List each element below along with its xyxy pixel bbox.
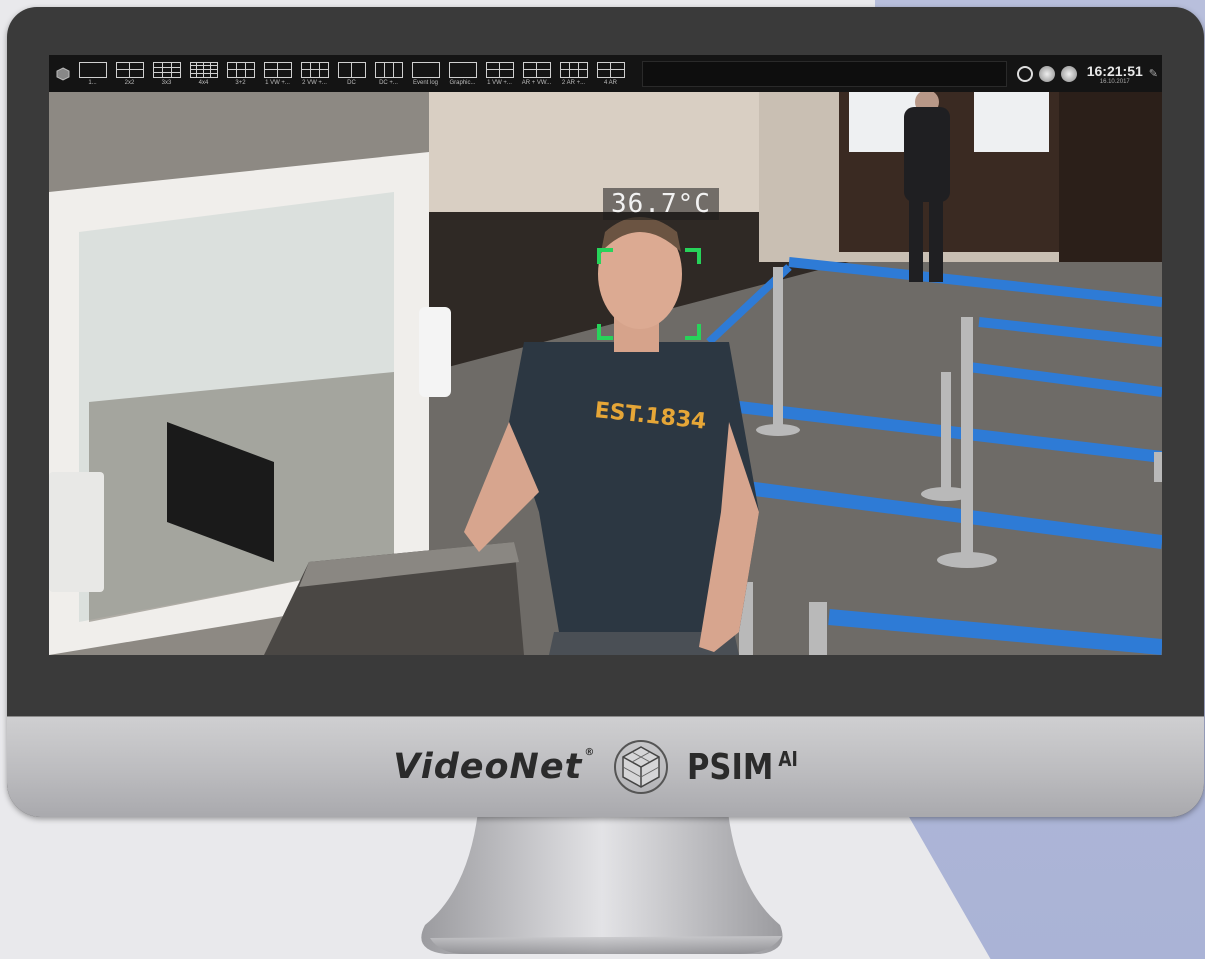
settings-icon[interactable]	[1016, 65, 1033, 82]
layout-grid-icon	[78, 61, 107, 78]
app-logo-icon[interactable]	[49, 66, 77, 81]
layout-label: 2 AR +...	[561, 79, 586, 86]
layout-button-2[interactable]: 3x3	[151, 61, 182, 86]
toolbar-empty-area	[642, 60, 1007, 87]
psim-logo: PSIM AI	[687, 746, 799, 788]
layout-grid-icon	[152, 61, 181, 78]
layout-grid-icon	[448, 61, 477, 78]
layout-button-8[interactable]: DC +...	[373, 61, 404, 86]
layout-button-7[interactable]: DC	[336, 61, 367, 86]
layout-label: 2 VW +...	[302, 79, 327, 86]
layout-grid-icon	[374, 61, 403, 78]
layout-grid-icon	[115, 61, 144, 78]
layout-button-14[interactable]: 4 AR	[595, 61, 626, 86]
layout-grid-icon	[226, 61, 255, 78]
clock: 16:21:51 16.10.2017	[1087, 63, 1143, 85]
layout-button-9[interactable]: Event log	[410, 61, 441, 86]
layout-label: 3+2	[235, 79, 246, 86]
layout-button-3[interactable]: 4x4	[188, 61, 219, 86]
user-icon[interactable]	[1060, 65, 1077, 82]
layout-label: DC +...	[379, 79, 398, 86]
monitor: 1... 2x2 3x3 4x4 3+2 1 VW +... 2 VW +... DC DC +…	[7, 7, 1204, 817]
layout-label: 1 VW +...	[265, 79, 290, 86]
layout-toolbar: 1... 2x2 3x3 4x4 3+2 1 VW +... 2 VW +... DC DC +…	[49, 55, 1162, 93]
layout-label: 1...	[88, 79, 97, 86]
edit-icon[interactable]: ✎	[1149, 67, 1158, 80]
layout-label: 1 VW +...	[487, 79, 512, 86]
layout-button-5[interactable]: 1 VW +...	[262, 61, 293, 86]
layout-label: 2x2	[124, 79, 135, 86]
temperature-overlay: 36.7°C	[603, 188, 719, 220]
layout-grid-icon	[411, 61, 440, 78]
layout-label: DC	[347, 79, 356, 86]
layout-label: 4x4	[198, 79, 209, 86]
layout-grid-icon	[485, 61, 514, 78]
camera-feed: EST.1834 36.7°C	[49, 90, 1162, 655]
layout-grid-icon	[263, 61, 292, 78]
layout-button-4[interactable]: 3+2	[225, 61, 256, 86]
layout-button-10[interactable]: Graphic...	[447, 61, 478, 86]
layout-grid-icon	[337, 61, 366, 78]
layout-button-13[interactable]: 2 AR +...	[558, 61, 589, 86]
layout-grid-icon	[189, 61, 218, 78]
layout-grid-icon	[522, 61, 551, 78]
layout-label: AR + VW...	[521, 79, 552, 86]
layout-label: 3x3	[161, 79, 172, 86]
layout-grid-icon	[596, 61, 625, 78]
layout-button-12[interactable]: AR + VW...	[521, 61, 552, 86]
clock-date: 16.10.2017	[1099, 78, 1130, 85]
layout-button-6[interactable]: 2 VW +...	[299, 61, 330, 86]
clock-time: 16:21:51	[1086, 62, 1143, 79]
layout-label: Graphic...	[449, 79, 476, 86]
notification-icon[interactable]	[1038, 65, 1055, 82]
cube-logo-icon	[614, 740, 669, 794]
layout-button-11[interactable]: 1 VW +...	[484, 61, 515, 86]
layout-grid-icon	[559, 61, 588, 78]
layout-label: Event log	[412, 79, 439, 86]
layout-button-1[interactable]: 2x2	[114, 61, 145, 86]
layout-grid-icon	[300, 61, 329, 78]
video-screen: 1... 2x2 3x3 4x4 3+2 1 VW +... 2 VW +... DC DC +…	[49, 55, 1162, 655]
monitor-chin: VideoNet ® PSIM AI	[7, 716, 1204, 817]
videonet-logo: VideoNet ®	[393, 747, 596, 787]
layout-button-0[interactable]: 1...	[77, 61, 108, 86]
layout-label: 4 AR	[603, 79, 617, 86]
